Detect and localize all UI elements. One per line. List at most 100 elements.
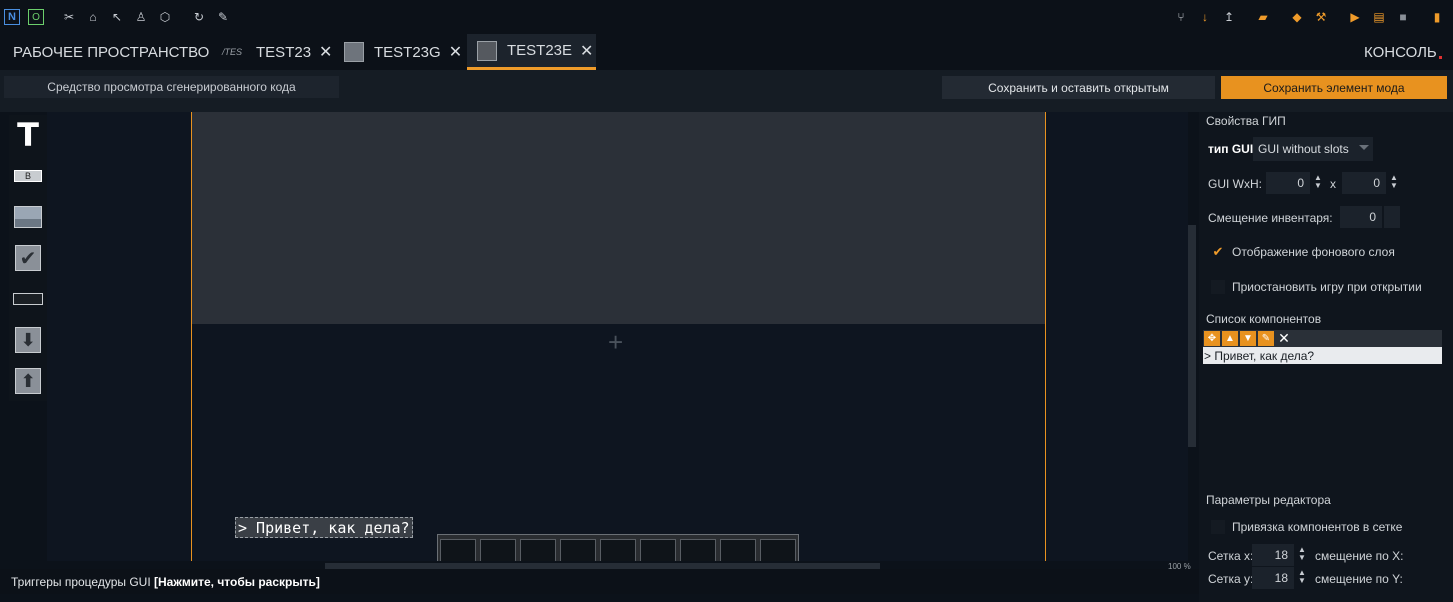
chevron-down-icon (1359, 145, 1369, 150)
checkbox-empty-icon (1211, 520, 1225, 534)
offset-y-label: смещение по Y: (1315, 572, 1403, 586)
tab-label: TEST23 (256, 43, 312, 61)
grid-y-spinner-icon[interactable]: ▲ ▼ (1298, 569, 1306, 585)
expand-hint[interactable]: [Нажмите, чтобы раскрыть] (154, 575, 320, 589)
code-viewer-button[interactable]: Средство просмотра сгенерированного кода (4, 76, 339, 98)
inventory-slot (600, 539, 636, 561)
label-component[interactable]: > Привет, как дела? (235, 517, 413, 538)
inventory-slots (437, 534, 799, 561)
close-icon[interactable]: ✕ (580, 41, 593, 61)
grid-x-spinner-icon[interactable]: ▲ ▼ (1298, 546, 1306, 562)
tab-console[interactable]: КОНСОЛЬ (1364, 34, 1442, 70)
download-icon[interactable]: ↓ (1197, 9, 1213, 25)
inventory-slot (440, 539, 476, 561)
scissors-icon[interactable]: ✂ (61, 9, 77, 25)
button-tool-icon[interactable]: B (11, 159, 45, 193)
close-icon[interactable]: ✕ (319, 42, 332, 62)
output-slot-icon[interactable]: ⬆ (11, 364, 45, 398)
image-tool-icon[interactable] (11, 200, 45, 234)
text-icon: /TES (222, 47, 243, 57)
bg-layer-checkbox[interactable]: ✔ Отображение фонового слоя (1211, 244, 1395, 259)
inventory-slot (640, 539, 676, 561)
snap-grid-checkbox[interactable]: Привязка компонентов в сетке (1211, 520, 1402, 534)
n-icon[interactable]: N (4, 9, 20, 25)
tab-test23[interactable]: /TES TEST23 ✕ (222, 34, 332, 70)
center-crosshair-icon: + (608, 327, 624, 357)
tab-bar: РАБОЧЕЕ ПРОСТРАНСТВО /TES TEST23 ✕ TEST2… (0, 34, 1453, 70)
tab-test23g[interactable]: TEST23G ✕ (344, 34, 462, 70)
wh-separator: x (1330, 177, 1336, 191)
procedure-triggers-bar[interactable]: Триггеры процедуры GUI [Нажмите, чтобы р… (0, 569, 1199, 594)
grid-y-input[interactable]: 18 (1252, 567, 1294, 589)
tab-workspace-label: РАБОЧЕЕ ПРОСТРАНСТВО (13, 43, 210, 61)
gui-type-select[interactable]: GUI without slots (1253, 137, 1373, 161)
play-icon[interactable]: ▶ (1347, 9, 1363, 25)
folder-icon[interactable]: ▰ (1255, 9, 1271, 25)
branch-icon[interactable]: ⑂ (1173, 9, 1189, 25)
close-icon[interactable]: ✕ (449, 42, 462, 62)
gui-type-label: тип GUI: (1208, 142, 1257, 156)
gui-background-layer (192, 112, 1045, 324)
input-slot-icon[interactable]: ⬇ (11, 323, 45, 357)
inventory-slot (720, 539, 756, 561)
width-spinner-icon[interactable]: ▲ ▼ (1314, 174, 1322, 190)
delete-icon[interactable]: ✕ (1276, 330, 1292, 346)
components-toolbar: ✥ ▲ ▼ ✎ ✕ (1203, 330, 1442, 347)
gui-wh-label: GUI WxH: (1208, 177, 1262, 191)
edit-icon[interactable]: ✎ (1258, 331, 1274, 346)
checkbox-empty-icon (1211, 280, 1225, 294)
debug-icon[interactable]: ▤ (1371, 9, 1387, 25)
move-icon[interactable]: ✥ (1204, 331, 1220, 346)
tab-label: TEST23G (374, 43, 441, 61)
tab-workspace[interactable]: РАБОЧЕЕ ПРОСТРАНСТВО (13, 34, 209, 70)
wrench-icon[interactable]: ✎ (215, 9, 231, 25)
hammer-icon[interactable]: ⚒ (1313, 9, 1329, 25)
upload-icon[interactable]: ↥ (1221, 9, 1237, 25)
text-tool-icon[interactable]: T (11, 118, 45, 152)
o-icon[interactable]: O (28, 9, 44, 25)
inventory-slot (480, 539, 516, 561)
gui-canvas[interactable]: + > Привет, как дела? (47, 112, 1188, 561)
grid-x-input[interactable]: 18 (1252, 544, 1294, 566)
pause-game-checkbox[interactable]: Приостановить игру при открытии (1211, 280, 1422, 294)
gui-type-value: GUI without slots (1258, 142, 1349, 156)
properties-panel: Свойства ГИП тип GUI: GUI without slots … (1199, 112, 1453, 602)
tab-label: TEST23E (507, 42, 573, 59)
inventory-offset-input[interactable]: 0 (1340, 206, 1382, 228)
inventory-slot (680, 539, 716, 561)
components-title: Список компонентов (1206, 312, 1322, 326)
file-icon[interactable]: ▮ (1429, 9, 1445, 25)
checkbox-tool-icon[interactable]: ✔ (11, 241, 45, 275)
inventory-slot (760, 539, 796, 561)
save-keep-open-button[interactable]: Сохранить и оставить открытым (942, 76, 1215, 99)
component-list-item[interactable]: > Привет, как дела? (1203, 347, 1442, 364)
bg-layer-label: Отображение фонового слоя (1232, 245, 1395, 259)
canvas-vertical-scrollbar[interactable] (1188, 225, 1196, 447)
snap-grid-label: Привязка компонентов в сетке (1232, 520, 1403, 534)
tab-console-label: КОНСОЛЬ (1364, 43, 1437, 61)
cube-icon[interactable]: ⬡ (157, 9, 173, 25)
textfield-tool-icon[interactable] (11, 282, 45, 316)
eraser-icon[interactable]: ◆ (1289, 9, 1305, 25)
move-down-icon[interactable]: ▼ (1240, 331, 1256, 346)
inventory-offset-spinner[interactable] (1384, 206, 1400, 228)
gui-type-text: тип GUI: (1208, 142, 1258, 156)
save-mod-element-button[interactable]: Сохранить элемент мода (1221, 76, 1447, 99)
stop-icon[interactable]: ■ (1395, 9, 1411, 25)
editor-toolbar: Средство просмотра сгенерированного кода… (0, 70, 1453, 112)
tab-test23e[interactable]: TEST23E ✕ (467, 34, 596, 70)
pause-game-label: Приостановить игру при открытии (1232, 280, 1422, 294)
gui-height-input[interactable]: 0 (1342, 172, 1386, 194)
refresh-icon[interactable]: ↻ (191, 9, 207, 25)
gui-width-input[interactable]: 0 (1266, 172, 1310, 194)
grid-y-label: Сетка y: (1208, 572, 1254, 586)
check-icon: ✔ (1212, 244, 1224, 259)
procedure-triggers-text: Триггеры процедуры GUI [Нажмите, чтобы р… (11, 575, 320, 589)
cursor-icon[interactable]: ↖ (109, 9, 125, 25)
height-spinner-icon[interactable]: ▲ ▼ (1390, 174, 1398, 190)
grid-x-label: Сетка x: (1208, 549, 1254, 563)
shirt-icon[interactable]: ♙ (133, 9, 149, 25)
offset-x-label: смещение по X: (1315, 549, 1404, 563)
shape-icon[interactable]: ⌂ (85, 9, 101, 25)
move-up-icon[interactable]: ▲ (1222, 331, 1238, 346)
